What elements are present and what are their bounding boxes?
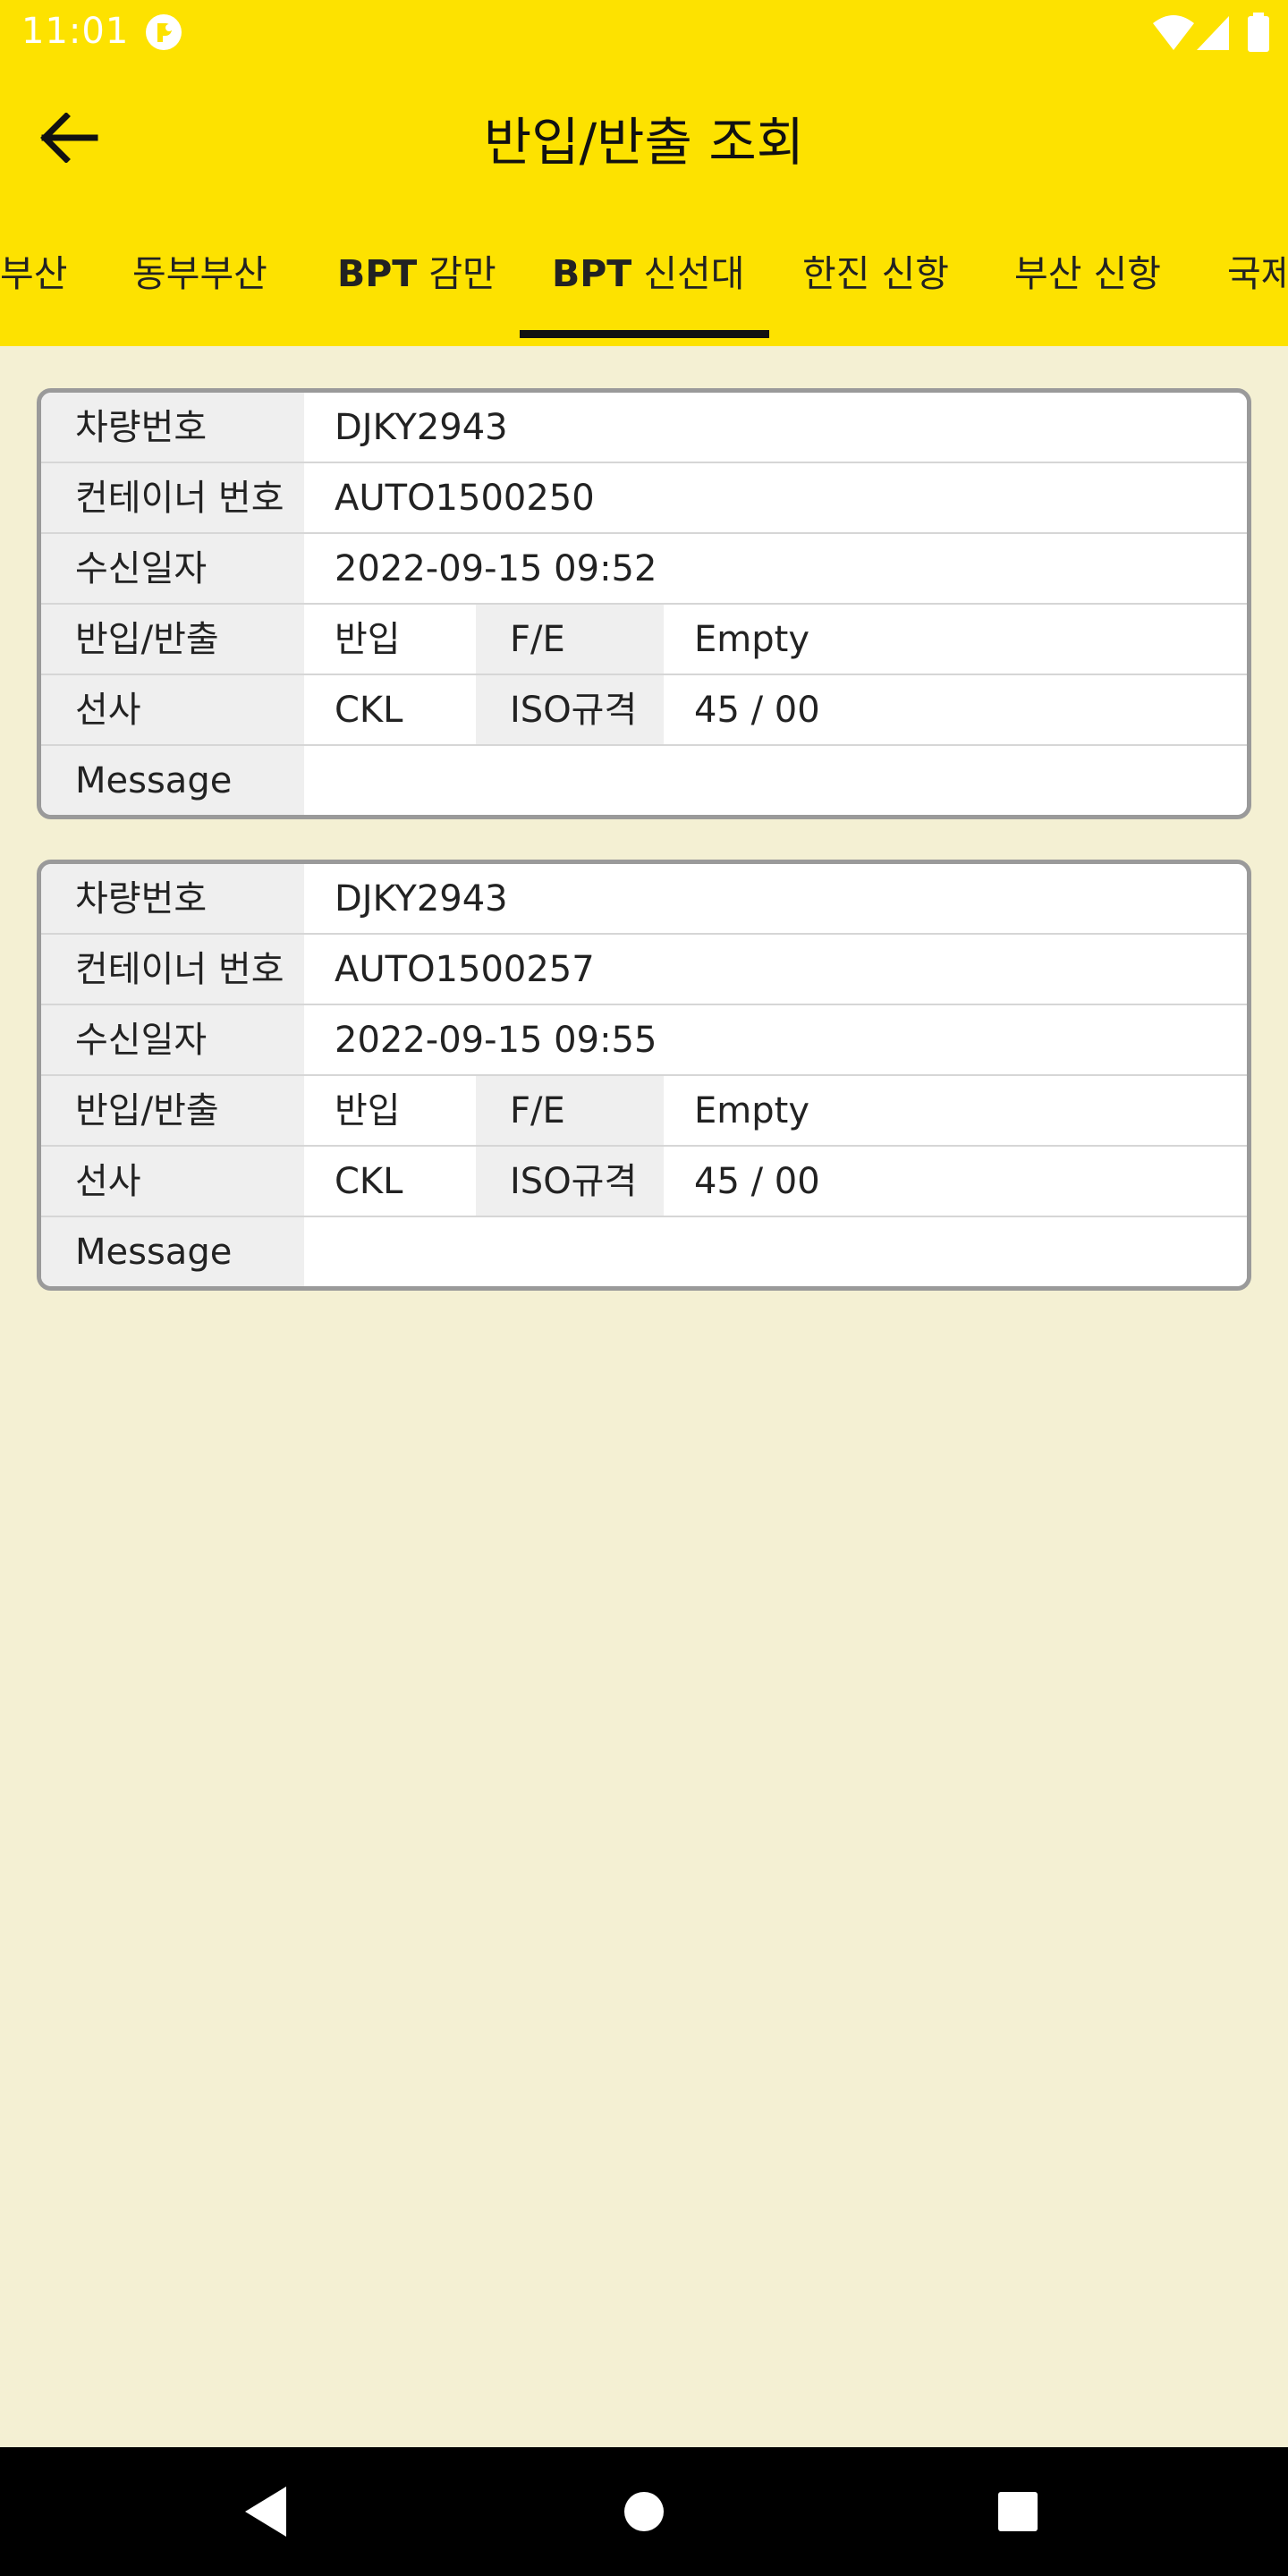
label-container-no: 컨테이너 번호 — [41, 935, 304, 1004]
row-in-out: 반입/반출 반입 F/E Empty — [41, 605, 1247, 675]
row-in-out: 반입/반출 반입 F/E Empty — [41, 1076, 1247, 1147]
cell-signal-icon — [1197, 16, 1229, 50]
value-carrier: CKL — [304, 675, 476, 744]
row-container-no: 컨테이너 번호 AUTO1500257 — [41, 935, 1247, 1005]
status-time: 11:01 — [21, 11, 130, 52]
label-iso: ISO규격 — [476, 1147, 664, 1216]
terminal-tabs: 부산 동부부산 BPT 감만 BPT 신선대 한진 신항 부산 신항 국제 — [0, 208, 1288, 346]
label-message: Message — [41, 746, 304, 815]
tab-bpt-gamman[interactable]: BPT 감만 — [337, 245, 496, 317]
label-message: Message — [41, 1217, 304, 1286]
row-message: Message — [41, 1217, 1247, 1286]
wifi-icon — [1153, 15, 1194, 50]
row-vehicle-no: 차량번호 DJKY2943 — [41, 393, 1247, 463]
tab-dongbu-busan[interactable]: 동부부산 — [132, 245, 267, 317]
value-received-at: 2022-09-15 09:55 — [304, 1005, 1247, 1074]
value-container-no: AUTO1500250 — [304, 463, 1247, 532]
row-vehicle-no: 차량번호 DJKY2943 — [41, 864, 1247, 935]
label-in-out: 반입/반출 — [41, 1076, 304, 1145]
label-iso: ISO규격 — [476, 675, 664, 744]
selected-tab-indicator — [520, 330, 769, 338]
label-fe: F/E — [476, 605, 664, 674]
record-card[interactable]: 차량번호 DJKY2943 컨테이너 번호 AUTO1500250 수신일자 2… — [37, 388, 1251, 819]
home-nav-icon[interactable] — [614, 2481, 674, 2542]
record-card[interactable]: 차량번호 DJKY2943 컨테이너 번호 AUTO1500257 수신일자 2… — [37, 860, 1251, 1291]
tab-international[interactable]: 국제 — [1227, 245, 1288, 317]
value-fe: Empty — [664, 605, 1247, 674]
tab-bpt-sinseondae[interactable]: BPT 신선대 — [552, 245, 744, 317]
back-button[interactable] — [27, 95, 113, 181]
battery-icon — [1248, 13, 1269, 52]
value-received-at: 2022-09-15 09:52 — [304, 534, 1247, 603]
row-message: Message — [41, 746, 1247, 815]
app-bar: 반입/반출 조회 — [0, 64, 1288, 208]
row-received-at: 수신일자 2022-09-15 09:52 — [41, 534, 1247, 605]
label-in-out: 반입/반출 — [41, 605, 304, 674]
app-notification-icon — [146, 14, 182, 50]
value-iso: 45 / 00 — [664, 675, 1247, 744]
label-received-at: 수신일자 — [41, 1005, 304, 1074]
value-message — [304, 746, 1247, 815]
value-in-out: 반입 — [304, 605, 476, 674]
value-container-no: AUTO1500257 — [304, 935, 1247, 1004]
value-fe: Empty — [664, 1076, 1247, 1145]
value-vehicle-no: DJKY2943 — [304, 864, 1247, 933]
label-container-no: 컨테이너 번호 — [41, 463, 304, 532]
label-carrier: 선사 — [41, 1147, 304, 1216]
value-message — [304, 1217, 1247, 1286]
recents-nav-icon[interactable] — [987, 2481, 1048, 2542]
label-fe: F/E — [476, 1076, 664, 1145]
row-received-at: 수신일자 2022-09-15 09:55 — [41, 1005, 1247, 1076]
tab-busan[interactable]: 부산 — [0, 245, 67, 317]
tab-busan-new-port[interactable]: 부산 신항 — [1014, 245, 1161, 317]
page-title: 반입/반출 조회 — [483, 112, 805, 173]
row-carrier: 선사 CKL ISO규격 45 / 00 — [41, 675, 1247, 746]
label-received-at: 수신일자 — [41, 534, 304, 603]
value-carrier: CKL — [304, 1147, 476, 1216]
row-carrier: 선사 CKL ISO규격 45 / 00 — [41, 1147, 1247, 1217]
back-nav-icon[interactable] — [236, 2481, 297, 2542]
system-nav-bar — [0, 2447, 1288, 2576]
label-vehicle-no: 차량번호 — [41, 393, 304, 462]
value-in-out: 반입 — [304, 1076, 476, 1145]
value-vehicle-no: DJKY2943 — [304, 393, 1247, 462]
tab-hanjin-new-port[interactable]: 한진 신항 — [802, 245, 949, 317]
status-bar: 11:01 — [0, 0, 1288, 64]
value-iso: 45 / 00 — [664, 1147, 1247, 1216]
back-arrow-icon — [40, 113, 98, 163]
row-container-no: 컨테이너 번호 AUTO1500250 — [41, 463, 1247, 534]
label-vehicle-no: 차량번호 — [41, 864, 304, 933]
label-carrier: 선사 — [41, 675, 304, 744]
